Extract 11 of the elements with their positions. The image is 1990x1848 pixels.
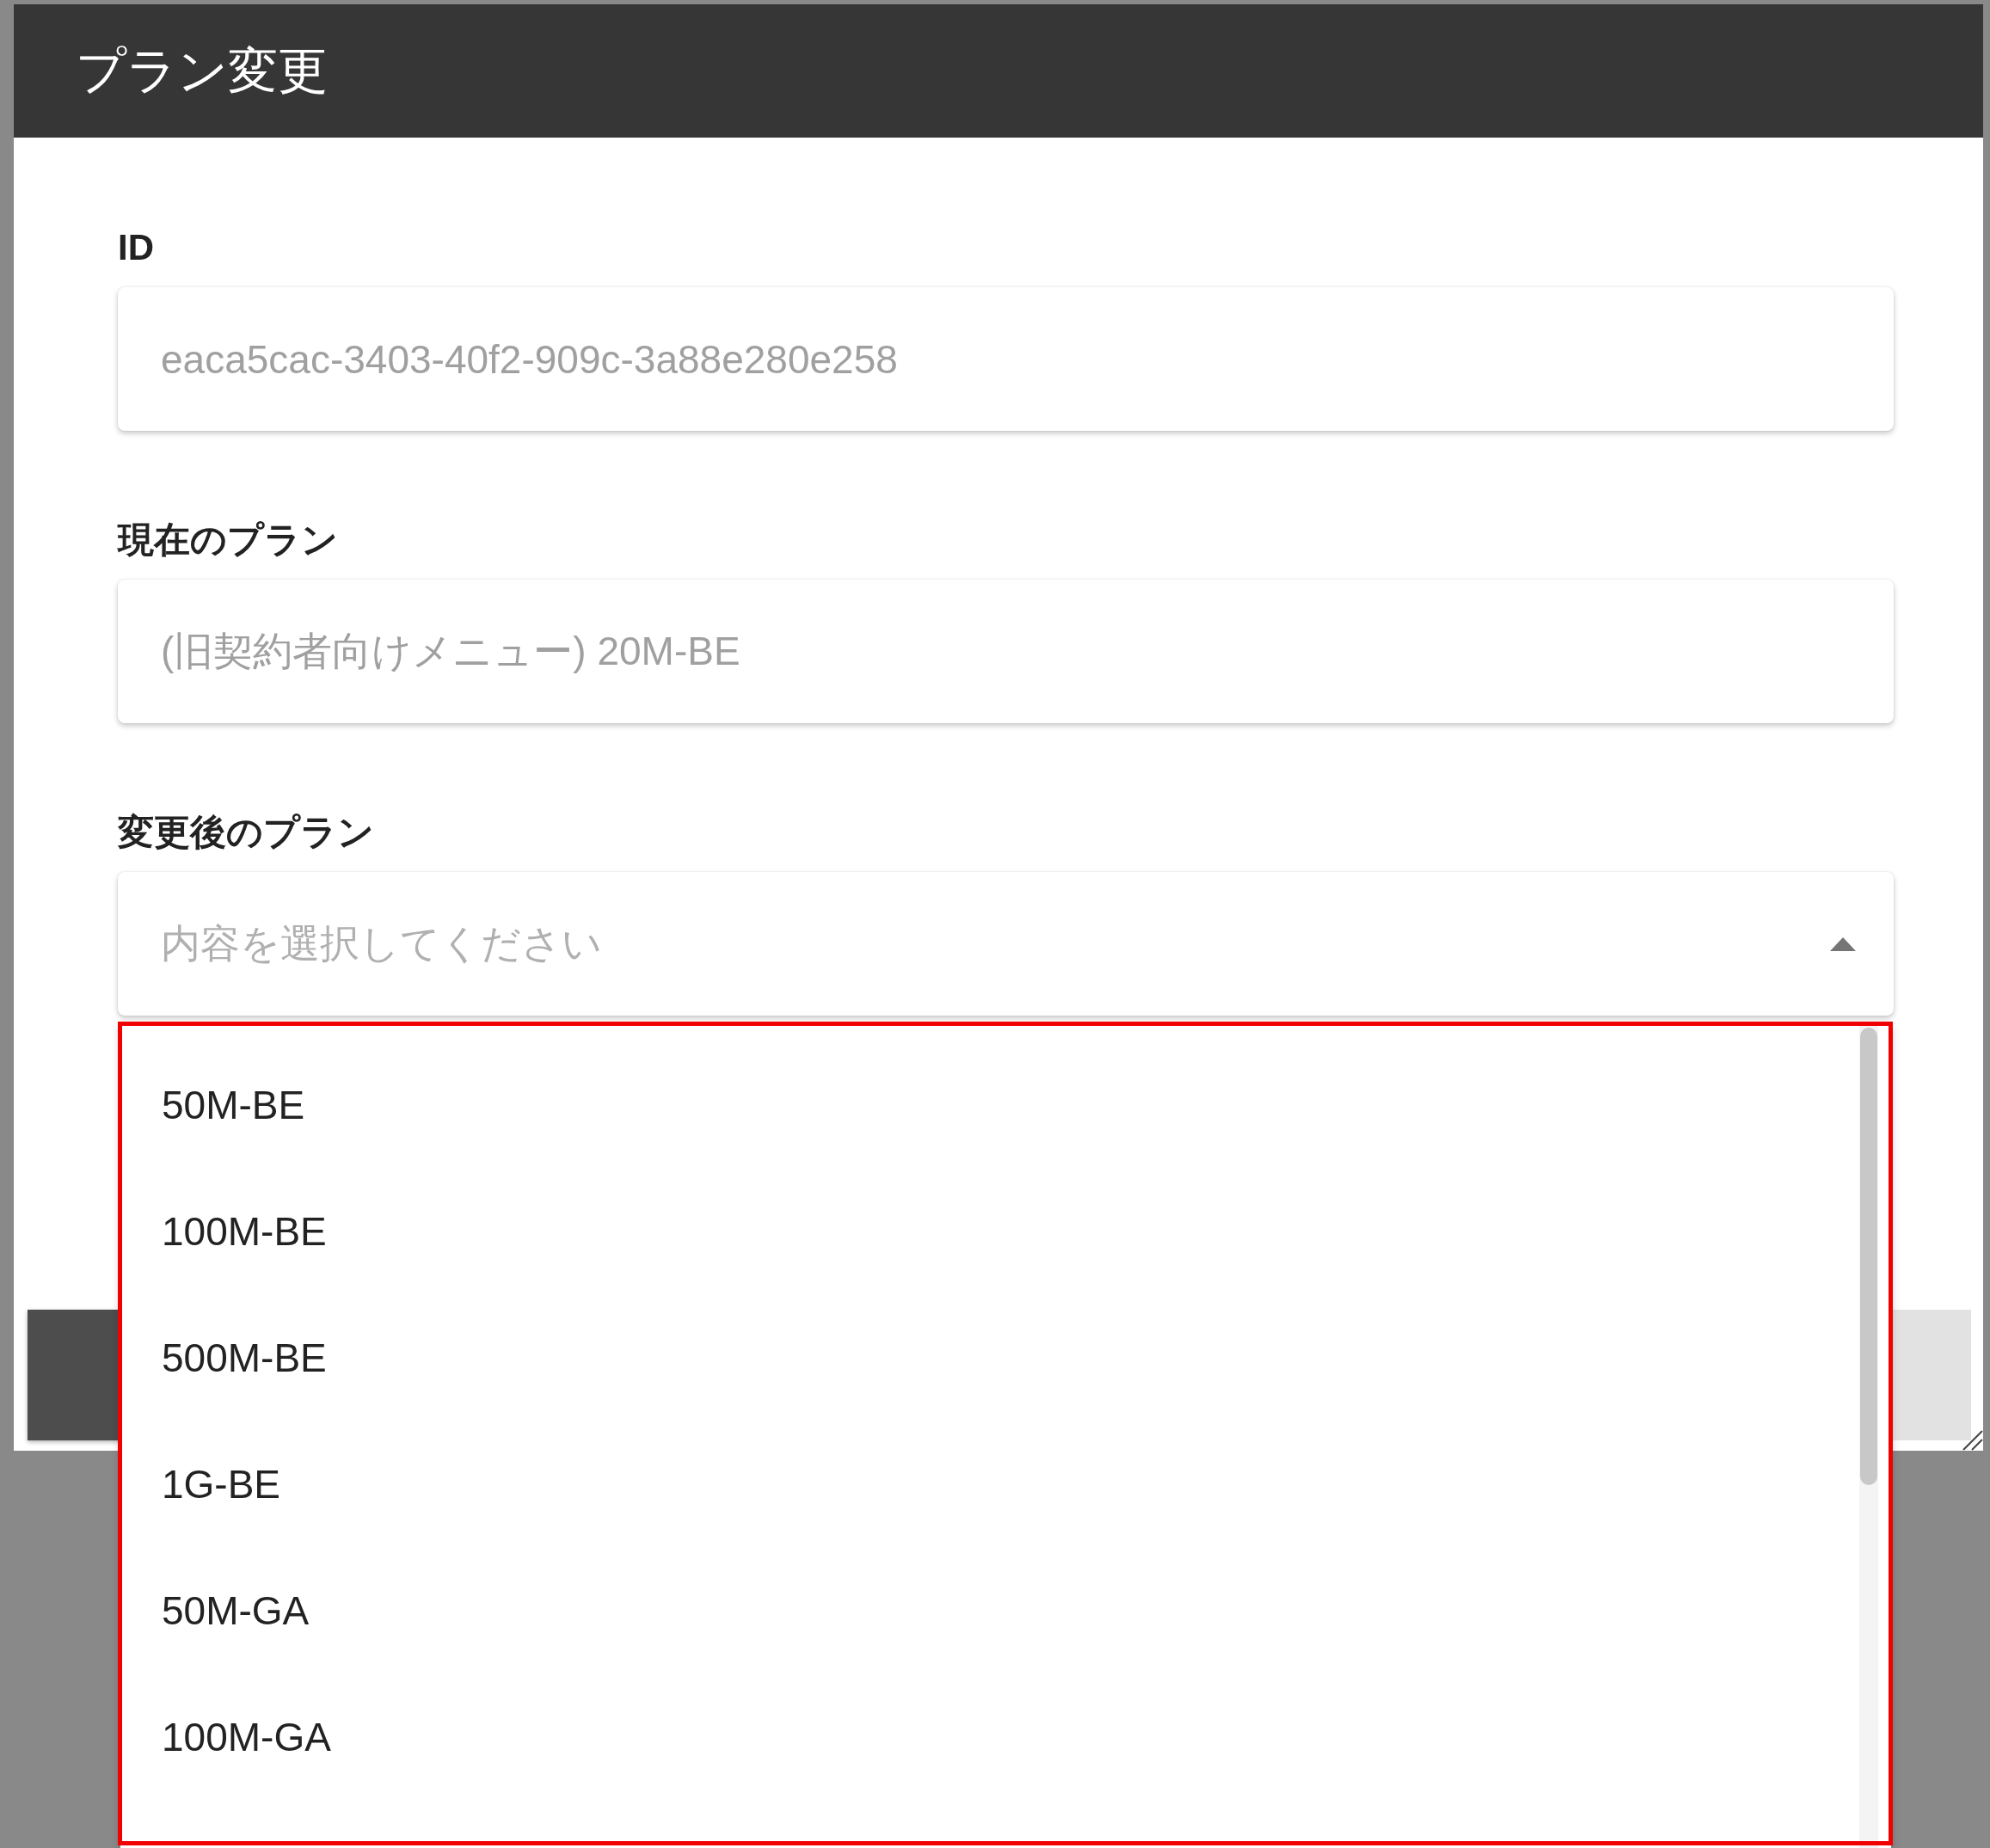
scrollbar[interactable]: [1859, 1024, 1878, 1848]
select-placeholder: 内容を選択してください: [161, 919, 602, 967]
dropdown-option[interactable]: 50M-GA: [120, 1547, 1853, 1673]
caret-icon: [1830, 936, 1856, 951]
dialog-title: プラン変更: [14, 4, 1983, 138]
dropdown-option[interactable]: 100M-GA: [120, 1673, 1853, 1800]
field-label: 変更後のプラン: [118, 811, 374, 854]
scrollbar-thumb[interactable]: [1860, 1028, 1877, 1485]
field-label: 現在のプラン: [118, 519, 338, 562]
resize-grip-icon[interactable]: [1961, 1428, 1983, 1451]
field-label: ID: [118, 226, 154, 269]
